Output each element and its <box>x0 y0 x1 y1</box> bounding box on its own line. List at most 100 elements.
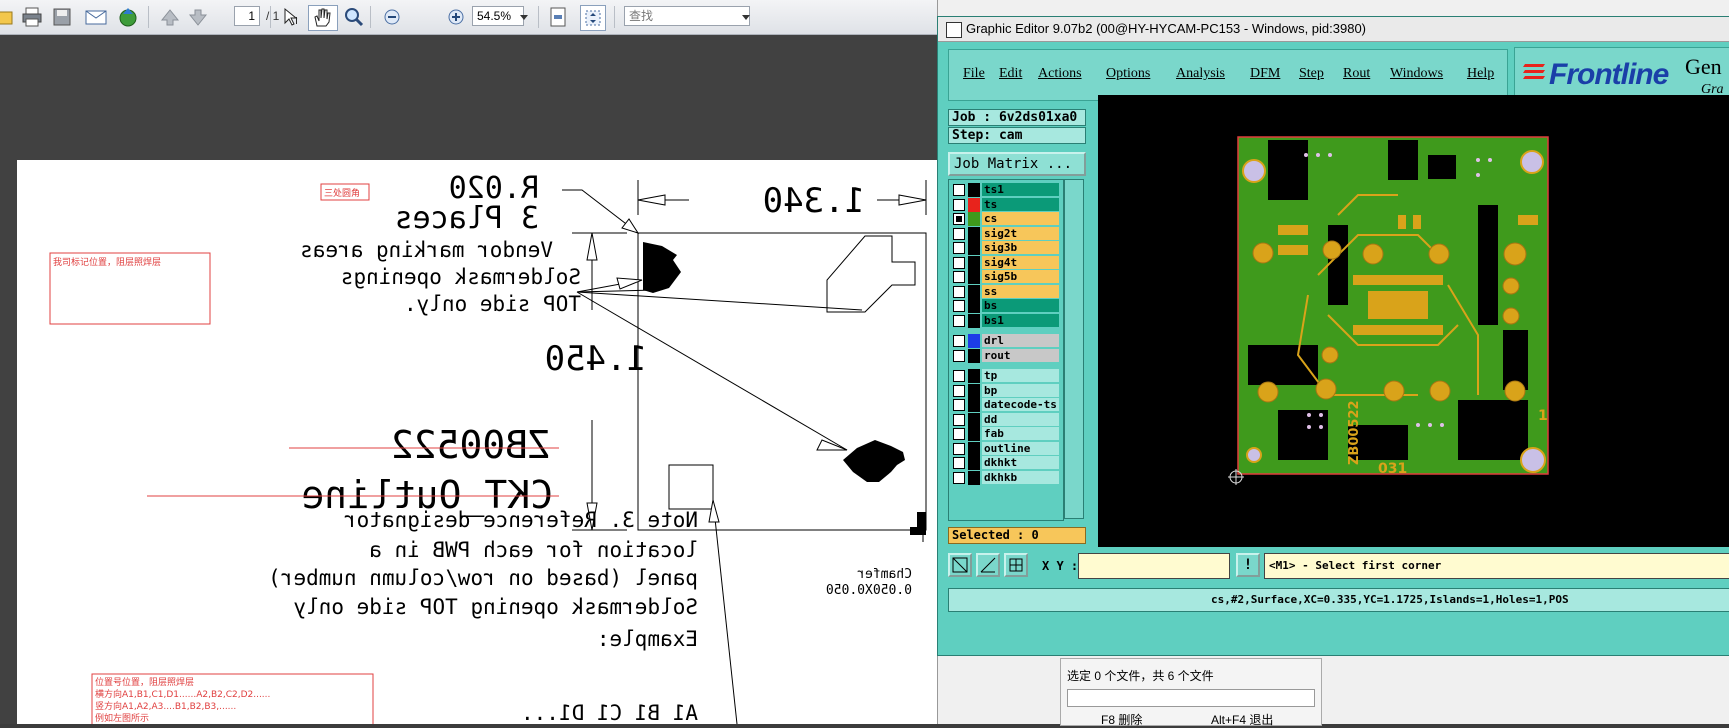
menu-file[interactable]: File <box>963 66 985 82</box>
email-icon[interactable] <box>84 5 108 29</box>
layer-name[interactable]: sig4t <box>982 255 1059 269</box>
exit-button[interactable]: Alt+F4 退出 <box>1211 711 1273 728</box>
layer-checkbox[interactable] <box>953 428 965 440</box>
layer-row-dkhkt[interactable]: dkhkt <box>951 456 1061 470</box>
layer-row-fab[interactable]: fab <box>951 427 1061 441</box>
prev-page-icon[interactable] <box>158 5 182 29</box>
graphics-canvas[interactable]: ZB00522 031 1 <box>1098 95 1729 547</box>
layer-checkbox[interactable] <box>953 370 965 382</box>
layer-checkbox[interactable] <box>953 349 965 362</box>
layer-name[interactable]: bs1 <box>982 313 1059 327</box>
fit-page-icon[interactable] <box>546 5 570 29</box>
menu-analysis[interactable]: Analysis <box>1176 66 1225 82</box>
layer-name[interactable]: bs <box>982 299 1059 312</box>
layer-color-swatch[interactable] <box>968 412 980 427</box>
warning-button[interactable]: ! <box>1236 553 1260 577</box>
layer-name[interactable]: ts1 <box>982 183 1059 196</box>
layer-checkbox[interactable] <box>953 384 965 397</box>
zoom-out-icon[interactable] <box>380 5 404 29</box>
layer-row-datecode-ts[interactable]: datecode-ts <box>951 398 1061 412</box>
layer-row-bs1[interactable]: bs1 <box>951 313 1061 328</box>
layer-checkbox[interactable] <box>953 471 965 484</box>
layer-name[interactable]: dkhkb <box>982 470 1059 484</box>
layer-color-swatch[interactable] <box>968 398 980 412</box>
layer-color-swatch[interactable] <box>968 313 980 328</box>
layer-name[interactable]: dd <box>982 412 1059 426</box>
layer-color-swatch[interactable] <box>968 183 980 197</box>
layer-row-dkhkb[interactable]: dkhkb <box>951 470 1061 485</box>
layer-checkbox[interactable] <box>953 399 965 411</box>
layer-checkbox[interactable] <box>953 256 965 269</box>
layer-row-outline[interactable]: outline <box>951 441 1061 456</box>
layer-row-rout[interactable]: rout <box>951 348 1061 363</box>
menu-dfm[interactable]: DFM <box>1250 66 1280 82</box>
layer-row-tp[interactable]: tp <box>951 369 1061 383</box>
layer-checkbox[interactable] <box>953 457 965 469</box>
layer-checkbox[interactable] <box>953 442 965 455</box>
menu-step[interactable]: Step <box>1299 66 1324 82</box>
search-options-chevron-icon[interactable] <box>740 5 752 29</box>
layer-checkbox[interactable] <box>953 314 965 327</box>
layer-name[interactable]: dkhkt <box>982 456 1059 469</box>
layer-row-ts[interactable]: ts <box>951 197 1061 212</box>
layer-row-bs[interactable]: bs <box>951 299 1061 313</box>
zoom-level-input[interactable]: 54.5% <box>472 6 524 26</box>
layer-color-swatch[interactable] <box>968 270 980 284</box>
layer-color-swatch[interactable] <box>968 470 980 485</box>
layer-name[interactable]: fab <box>982 427 1059 440</box>
layer-name[interactable]: sig5b <box>982 270 1059 283</box>
layer-row-drl[interactable]: drl <box>951 334 1061 348</box>
job-matrix-button[interactable]: Job Matrix ... <box>948 152 1086 176</box>
snap-grid-icon[interactable] <box>1004 553 1028 577</box>
next-page-icon[interactable] <box>186 5 210 29</box>
layer-checkbox[interactable] <box>953 227 965 240</box>
menu-edit[interactable]: Edit <box>999 66 1022 82</box>
menu-windows[interactable]: Windows <box>1390 66 1443 82</box>
layer-name[interactable]: rout <box>982 348 1059 362</box>
layer-checkbox[interactable] <box>953 285 965 298</box>
menu-actions[interactable]: Actions <box>1038 66 1082 82</box>
layer-color-swatch[interactable] <box>968 334 980 348</box>
layer-name[interactable]: tp <box>982 369 1059 382</box>
zoom-tool-icon[interactable] <box>342 5 366 29</box>
print-icon[interactable] <box>20 5 44 29</box>
layer-color-swatch[interactable] <box>968 226 980 241</box>
layer-name[interactable]: ss <box>982 284 1059 298</box>
layer-checkbox[interactable] <box>953 198 965 211</box>
layer-checkbox[interactable] <box>953 242 965 254</box>
web-upload-icon[interactable] <box>116 5 140 29</box>
layer-name[interactable]: bp <box>982 383 1059 397</box>
delete-button[interactable]: F8 删除 <box>1101 711 1142 728</box>
layer-name[interactable]: outline <box>982 441 1059 455</box>
layer-color-swatch[interactable] <box>968 284 980 299</box>
layer-row-ss[interactable]: ss <box>951 284 1061 299</box>
file-filter-combo[interactable] <box>1067 689 1315 707</box>
layer-name[interactable]: sig3b <box>982 241 1059 254</box>
menu-rout[interactable]: Rout <box>1343 66 1370 82</box>
xy-coordinate-input[interactable] <box>1078 553 1230 579</box>
layer-checkbox[interactable] <box>953 413 965 426</box>
layer-color-swatch[interactable] <box>968 197 980 212</box>
open-folder-icon[interactable] <box>0 5 18 29</box>
page-number-input[interactable]: 1 <box>234 6 260 26</box>
layer-name[interactable]: datecode-ts <box>982 398 1059 411</box>
menu-options[interactable]: Options <box>1106 66 1150 82</box>
layer-color-swatch[interactable] <box>968 441 980 456</box>
layer-color-swatch[interactable] <box>968 456 980 470</box>
layer-name[interactable]: ts <box>982 197 1059 211</box>
pdf-page[interactable]: R.020 3 Places 1.340 1.450 Vendor markin… <box>17 160 937 724</box>
layer-checkbox[interactable] <box>953 213 965 225</box>
layer-row-sig5b[interactable]: sig5b <box>951 270 1061 284</box>
layer-color-swatch[interactable] <box>968 369 980 383</box>
layer-checkbox[interactable] <box>953 300 965 312</box>
title-bar[interactable]: Graphic Editor 9.07b2 (00@HY-HYCAM-PC153… <box>938 17 1729 42</box>
layer-scrollbar[interactable] <box>1064 179 1084 519</box>
select-text-icon[interactable]: I <box>280 5 304 29</box>
layer-color-swatch[interactable] <box>968 241 980 255</box>
layer-checkbox[interactable] <box>953 184 965 196</box>
layer-color-swatch[interactable] <box>968 383 980 398</box>
layer-color-swatch[interactable] <box>968 348 980 363</box>
layer-name[interactable]: sig2t <box>982 226 1059 240</box>
zoom-in-icon[interactable] <box>444 5 468 29</box>
layer-row-sig4t[interactable]: sig4t <box>951 255 1061 270</box>
